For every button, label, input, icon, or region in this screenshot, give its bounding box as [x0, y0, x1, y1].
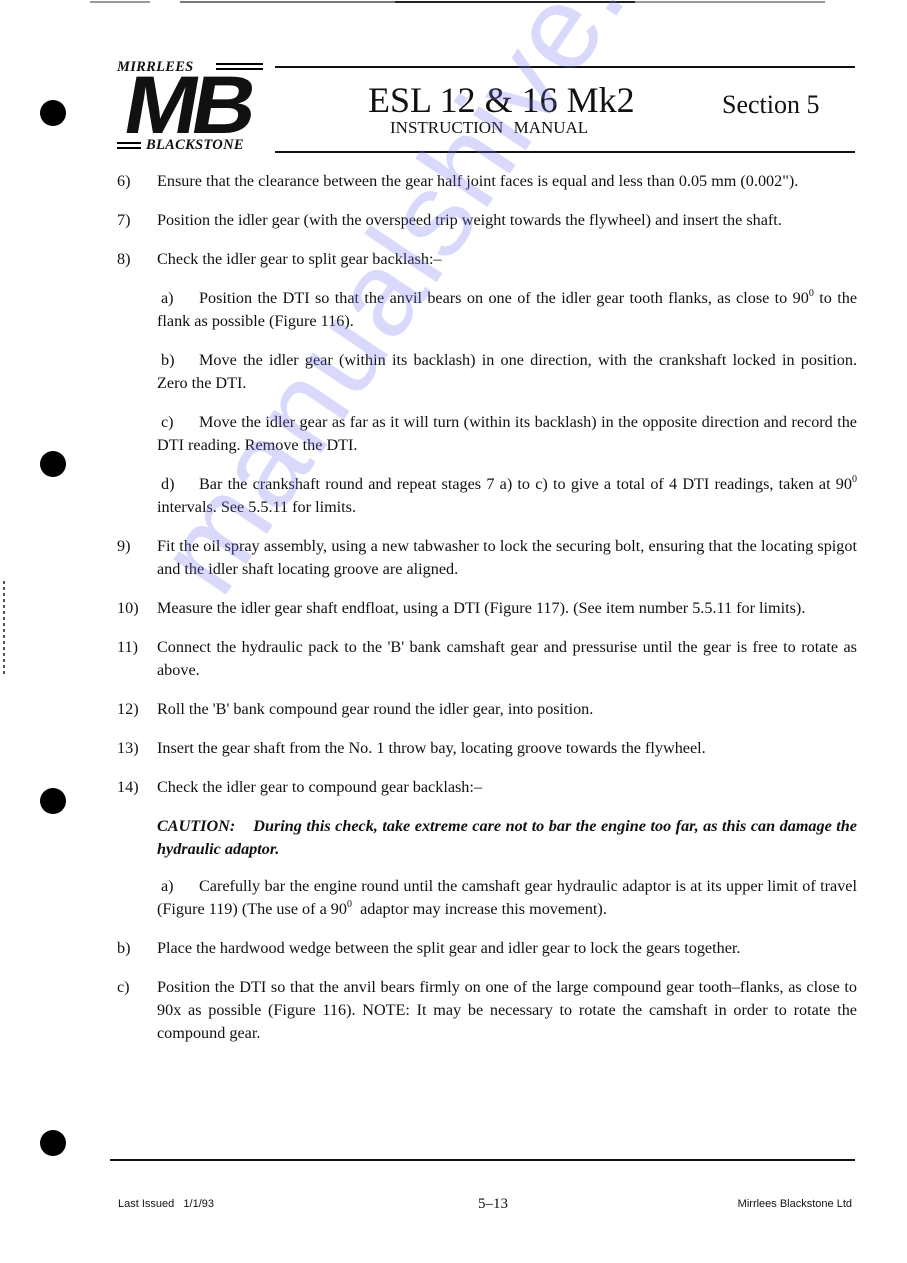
step-item: 14) Check the idler gear to compound gea…: [117, 776, 857, 799]
step-text: Position the DTI so that the anvil bears…: [157, 978, 857, 1042]
page-content: 6) Ensure that the clearance between the…: [117, 170, 857, 1061]
sub-step-letter: a): [161, 289, 174, 307]
step-text: Place the hardwood wedge between the spl…: [157, 939, 741, 957]
footer-rule: [110, 1159, 855, 1161]
logo-bottom-text: BLACKSTONE: [146, 137, 244, 153]
step-text: Check the idler gear to compound gear ba…: [157, 778, 482, 796]
document-title: ESL 12 & 16 Mk2: [368, 80, 635, 120]
step-text: Check the idler gear to split gear backl…: [157, 250, 442, 268]
step-item: 7) Position the idler gear (with the ove…: [117, 209, 857, 232]
step-item: 11) Connect the hydraulic pack to the 'B…: [117, 636, 857, 682]
superscript: 0: [852, 474, 857, 485]
company-name: Mirrlees Blackstone Ltd: [737, 1198, 852, 1210]
document-subtitle: INSTRUCTION MANUAL: [390, 118, 589, 137]
step-number: 12): [117, 700, 139, 718]
step-number: 9): [117, 537, 131, 555]
logo-monogram: MB: [117, 60, 259, 151]
step-text: Position the idler gear (with the oversp…: [157, 211, 782, 229]
sub-step: c) Move the idler gear as far as it will …: [117, 411, 857, 457]
scan-top-edge: [90, 0, 825, 3]
step-text: Insert the gear shaft from the No. 1 thr…: [157, 739, 706, 757]
caution-text: During this check, take extreme care not…: [157, 817, 857, 858]
step-item: 12) Roll the 'B' bank compound gear roun…: [117, 698, 857, 721]
sub-step-text: intervals. See 5.5.11 for limits.: [157, 498, 357, 516]
last-issued: Last Issued 1/1/93: [118, 1198, 215, 1210]
step-number: 11): [117, 638, 138, 656]
page-header: MIRRLEES MB BLACKSTONE ESL 12 & 16 Mk2 I…: [115, 58, 855, 158]
sub-step-letter: b): [161, 351, 175, 369]
step-item: 10) Measure the idler gear shaft endfloa…: [117, 597, 857, 620]
sub-step: a) Carefully bar the engine round until t…: [117, 875, 857, 921]
sub-step-text: Bar the crankshaft round and repeat stag…: [199, 475, 852, 493]
page-number: 5–13: [478, 1196, 508, 1212]
section-label: Section 5: [722, 90, 820, 119]
binder-hole: [40, 1130, 66, 1156]
sub-step-letter: d): [161, 475, 175, 493]
step-item: 6) Ensure that the clearance between the…: [117, 170, 857, 193]
step-text: Ensure that the clearance between the ge…: [157, 172, 799, 190]
step-number: 13): [117, 739, 139, 757]
company-logo: MIRRLEES MB BLACKSTONE: [115, 58, 265, 158]
step-number: 10): [117, 599, 139, 617]
sub-step-letter: a): [161, 877, 174, 895]
step-number: 8): [117, 250, 131, 268]
step-text: Fit the oil spray assembly, using a new …: [157, 537, 857, 578]
sub-step: a) Position the DTI so that the anvil bea…: [117, 287, 857, 333]
sub-step-text: Position the DTI so that the anvil bears…: [199, 289, 809, 307]
binder-hole: [40, 451, 66, 477]
sub-step: d) Bar the crankshaft round and repeat st…: [117, 473, 857, 519]
binder-hole: [40, 788, 66, 814]
step-text: Connect the hydraulic pack to the 'B' ba…: [157, 638, 857, 679]
step-number: 14): [117, 778, 139, 796]
sub-step-text: adaptor may increase this movement).: [352, 900, 607, 918]
sub-step-text: Move the idler gear as far as it will tu…: [157, 413, 857, 454]
step-text: Measure the idler gear shaft endfloat, u…: [157, 599, 806, 617]
step-number: 6): [117, 172, 131, 190]
step-letter: b): [117, 939, 131, 957]
header-rule-top: [275, 66, 855, 68]
sub-step: b) Move the idler gear (within its backla…: [117, 349, 857, 395]
caution-label: CAUTION:: [157, 817, 236, 835]
sub-step-text: Move the idler gear (within its backlash…: [157, 351, 857, 392]
sub-step-letter: c): [161, 413, 174, 431]
step-text: Roll the 'B' bank compound gear round th…: [157, 700, 594, 718]
step-number: 7): [117, 211, 131, 229]
logo-rules: [117, 142, 141, 152]
binder-hole: [40, 100, 66, 126]
step-item: b) Place the hardwood wedge between the …: [117, 937, 857, 960]
step-item: 13) Insert the gear shaft from the No. 1…: [117, 737, 857, 760]
step-item: 9) Fit the oil spray assembly, using a n…: [117, 535, 857, 581]
step-item: c) Position the DTI so that the anvil be…: [117, 976, 857, 1045]
step-item: 8) Check the idler gear to split gear ba…: [117, 248, 857, 271]
caution-note: CAUTION: During this check, take extreme …: [117, 815, 857, 861]
scan-specks: [2, 578, 8, 677]
header-rule-bottom: [275, 151, 855, 153]
step-letter: c): [117, 978, 130, 996]
